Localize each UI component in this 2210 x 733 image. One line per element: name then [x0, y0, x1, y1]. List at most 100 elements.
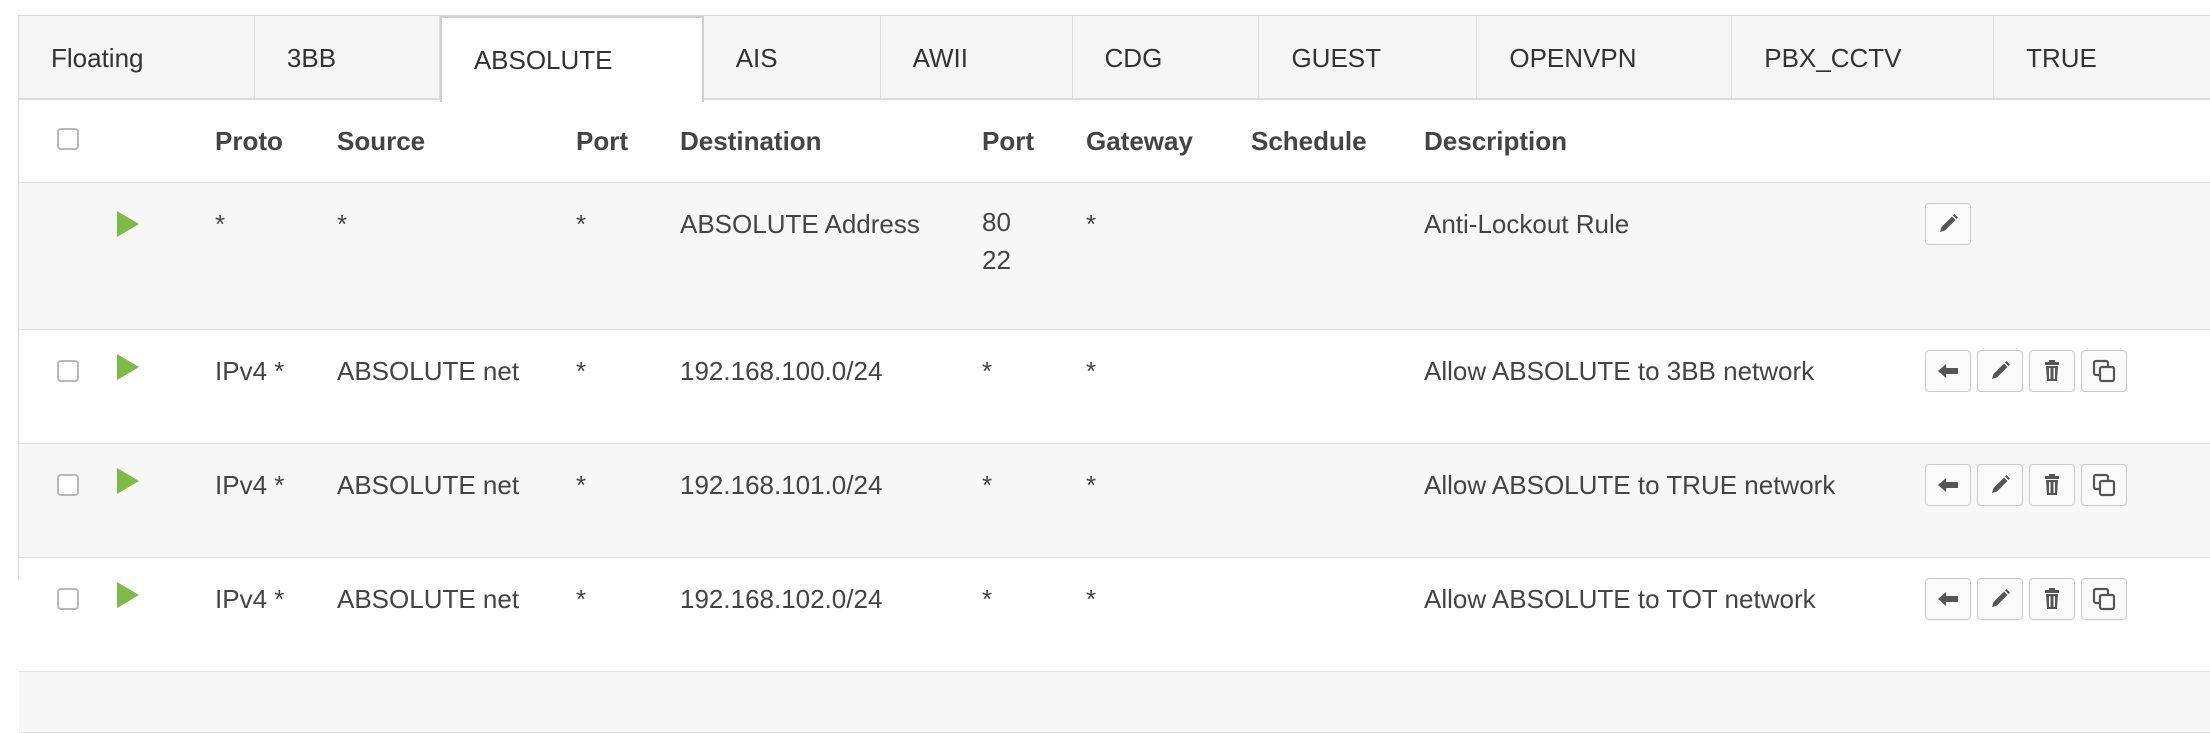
rule-schedule [1251, 443, 1424, 558]
header-port[interactable]: Port [576, 100, 680, 183]
tab-guest[interactable]: GUEST [1259, 16, 1478, 100]
move-button[interactable] [1925, 350, 1971, 392]
pencil-icon [1989, 474, 2011, 496]
rule-source: ABSOLUTE net [337, 329, 576, 444]
tab-label: OPENVPN [1509, 42, 1637, 73]
rule-dest-port: * [982, 329, 1086, 444]
tab-label: AWII [912, 42, 968, 73]
trash-icon [2043, 474, 2061, 496]
header-destination[interactable]: Destination [680, 100, 982, 183]
port-value: 80 [982, 207, 1011, 237]
rule-dest-port: * [982, 557, 1086, 672]
row-checkbox[interactable] [57, 360, 79, 382]
rule-proto: IPv4 * [215, 443, 337, 558]
table-row: IPv4 * ABSOLUTE net * 192.168.100.0/24 *… [19, 329, 2210, 444]
rule-dest-port: * [982, 443, 1086, 558]
edit-button[interactable] [1977, 578, 2023, 620]
tab-absolute[interactable]: ABSOLUTE [439, 16, 704, 102]
rule-proto: * [215, 182, 337, 330]
port-value: 22 [982, 245, 1011, 275]
pencil-icon [1989, 588, 2011, 610]
move-button[interactable] [1925, 578, 1971, 620]
rule-gateway: * [1086, 182, 1251, 330]
table-row: IPv4 * ABSOLUTE net * 192.168.101.0/24 *… [19, 443, 2210, 558]
rule-source: ABSOLUTE net [337, 557, 576, 672]
tab-label: CDG [1104, 42, 1163, 73]
rule-proto: IPv4 * [215, 329, 337, 444]
tab-cdg[interactable]: CDG [1073, 16, 1260, 100]
header-schedule[interactable]: Schedule [1251, 100, 1424, 183]
interface-tabs: Floating 3BB ABSOLUTE AIS AWII CDG GUEST… [19, 16, 2210, 102]
copy-button[interactable] [2081, 578, 2127, 620]
table-row: * * * ABSOLUTE Address 80 22 * Anti-Lock… [19, 182, 2210, 330]
table-row [19, 671, 2210, 733]
delete-button[interactable] [2029, 350, 2075, 392]
copy-icon [2092, 359, 2116, 383]
tab-ais[interactable]: AIS [704, 16, 881, 100]
rule-port: * [576, 329, 680, 444]
table-row: IPv4 * ABSOLUTE net * 192.168.102.0/24 *… [19, 557, 2210, 672]
trash-icon [2043, 360, 2061, 382]
rule-dest-port: 80 22 [982, 182, 1086, 330]
tab-label: ABSOLUTE [473, 44, 613, 75]
rule-schedule [1251, 182, 1424, 330]
rule-destination: 192.168.100.0/24 [680, 329, 982, 444]
trash-icon [2043, 588, 2061, 610]
rule-schedule [1251, 557, 1424, 672]
rule-destination: ABSOLUTE Address [680, 182, 982, 330]
arrow-left-icon [1936, 361, 1960, 381]
pencil-icon [1937, 213, 1959, 235]
table-header-row: Proto Source Port Destination Port Gatew… [19, 100, 2210, 183]
tab-true[interactable]: TRUE [1994, 16, 2210, 100]
edit-button[interactable] [1977, 464, 2023, 506]
header-source[interactable]: Source [337, 100, 576, 183]
tab-floating[interactable]: Floating [19, 16, 255, 100]
rules-table: Proto Source Port Destination Port Gatew… [19, 100, 2210, 733]
rule-description: Allow ABSOLUTE to TOT network [1424, 557, 1925, 672]
tab-label: Floating [51, 42, 144, 73]
edit-button[interactable] [1977, 350, 2023, 392]
copy-icon [2092, 473, 2116, 497]
rule-destination: 192.168.101.0/24 [680, 443, 982, 558]
tab-label: TRUE [2026, 42, 2097, 73]
rule-source: ABSOLUTE net [337, 443, 576, 558]
tab-3bb[interactable]: 3BB [255, 16, 440, 100]
tab-label: 3BB [286, 42, 337, 73]
play-icon [117, 211, 139, 237]
rule-description: Anti-Lockout Rule [1424, 182, 1925, 330]
delete-button[interactable] [2029, 578, 2075, 620]
header-dest-port[interactable]: Port [982, 100, 1086, 183]
tab-label: PBX_CCTV [1764, 42, 1902, 73]
tab-label: GUEST [1291, 42, 1382, 73]
rule-schedule [1251, 329, 1424, 444]
move-button[interactable] [1925, 464, 1971, 506]
rule-destination: 192.168.102.0/24 [680, 557, 982, 672]
copy-button[interactable] [2081, 350, 2127, 392]
arrow-left-icon [1936, 475, 1960, 495]
row-checkbox[interactable] [57, 474, 79, 496]
tab-label: AIS [735, 42, 778, 73]
rule-port: * [576, 557, 680, 672]
rule-description: Allow ABSOLUTE to TRUE network [1424, 443, 1925, 558]
header-proto[interactable]: Proto [215, 100, 337, 183]
copy-icon [2092, 587, 2116, 611]
play-icon [117, 354, 139, 380]
rule-description: Allow ABSOLUTE to 3BB network [1424, 329, 1925, 444]
rule-source: * [337, 182, 576, 330]
arrow-left-icon [1936, 589, 1960, 609]
delete-button[interactable] [2029, 464, 2075, 506]
rule-gateway: * [1086, 557, 1251, 672]
header-gateway[interactable]: Gateway [1086, 100, 1251, 183]
pencil-icon [1989, 360, 2011, 382]
rule-proto: IPv4 * [215, 557, 337, 672]
row-checkbox[interactable] [57, 588, 79, 610]
select-all-checkbox[interactable] [57, 127, 79, 150]
rule-gateway: * [1086, 329, 1251, 444]
tab-pbx-cctv[interactable]: PBX_CCTV [1732, 16, 1995, 100]
rule-port: * [576, 443, 680, 558]
header-description[interactable]: Description [1424, 100, 1925, 183]
copy-button[interactable] [2081, 464, 2127, 506]
tab-openvpn[interactable]: OPENVPN [1477, 16, 1733, 100]
tab-awii[interactable]: AWII [881, 16, 1073, 100]
edit-button[interactable] [1925, 203, 1971, 245]
